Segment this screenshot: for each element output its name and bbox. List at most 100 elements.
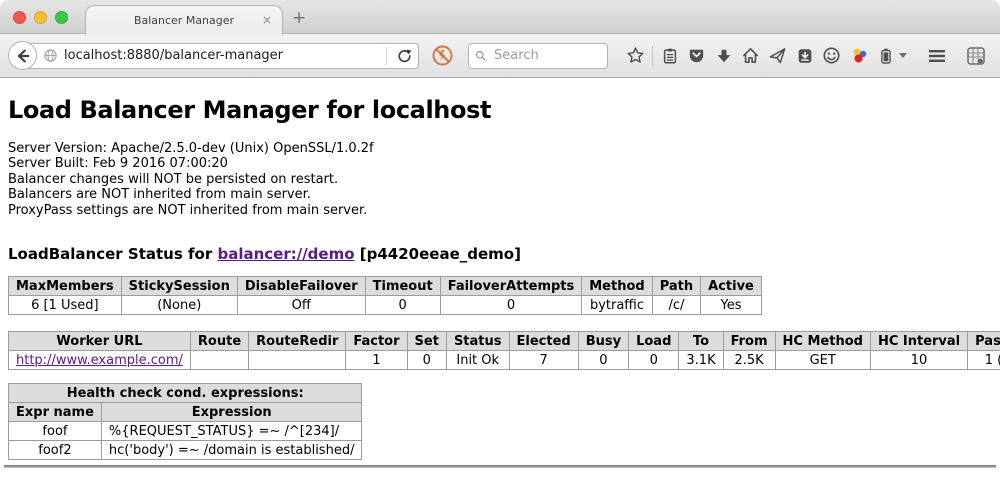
column-header: Worker URL xyxy=(9,332,191,351)
minimize-window-button[interactable] xyxy=(34,11,47,24)
tab-strip: Balancer Manager × + xyxy=(0,0,1000,34)
table-cell: /c/ xyxy=(652,296,700,315)
tab-title: Balancer Manager xyxy=(134,14,234,27)
column-header: Busy xyxy=(578,332,628,351)
column-header: Factor xyxy=(346,332,407,351)
table-cell: 0 xyxy=(629,351,679,370)
server-info: Server Version: Apache/2.5.0-dev (Unix) … xyxy=(8,141,992,218)
star-icon xyxy=(626,46,645,65)
new-tab-button[interactable]: + xyxy=(292,8,306,28)
traffic-lights xyxy=(13,11,68,24)
battery-status-button[interactable] xyxy=(872,42,899,70)
clipboard-icon xyxy=(661,47,679,65)
home-button[interactable] xyxy=(737,42,764,70)
table-cell: 7 xyxy=(509,351,578,370)
table-cell: Yes xyxy=(701,296,762,315)
table-cell: (None) xyxy=(121,296,237,315)
reading-list-button[interactable] xyxy=(656,42,683,70)
status-heading-suffix: [p4420eeae_demo] xyxy=(355,245,521,263)
search-input[interactable] xyxy=(492,47,601,64)
table-cell: 1 xyxy=(346,351,407,370)
server-built-line: Server Built: Feb 9 2016 07:00:20 xyxy=(8,156,992,171)
bookmark-star-button[interactable] xyxy=(622,42,649,70)
column-header: To xyxy=(679,332,723,351)
search-icon xyxy=(475,49,487,63)
table-cell: 2.5K xyxy=(723,351,775,370)
persist-note-line: Balancer changes will NOT be persisted o… xyxy=(8,172,992,187)
extension-dots-button[interactable] xyxy=(845,42,872,70)
table-cell: 1 (0) xyxy=(968,351,1000,370)
zoom-window-button[interactable] xyxy=(55,11,68,24)
balancer-demo-link[interactable]: balancer://demo xyxy=(217,245,354,263)
column-header: Expr name xyxy=(9,403,102,422)
reload-button[interactable] xyxy=(391,48,418,63)
download-box-button[interactable] xyxy=(791,42,818,70)
tab-balancer-manager[interactable]: Balancer Manager × xyxy=(85,5,283,35)
table-header-row: Worker URL Route RouteRedir Factor Set S… xyxy=(9,332,1000,351)
back-button[interactable] xyxy=(8,41,37,70)
menu-button[interactable] xyxy=(923,42,950,70)
column-header: Method xyxy=(582,277,652,296)
worker-url-link[interactable]: http://www.example.com/ xyxy=(16,353,183,368)
search-bar[interactable] xyxy=(468,43,608,69)
column-header: Set xyxy=(407,332,446,351)
smiley-icon xyxy=(822,46,841,65)
column-header: Active xyxy=(701,277,762,296)
balancers-note-line: Balancers are NOT inherited from main se… xyxy=(8,187,992,202)
menu-group xyxy=(923,42,985,70)
column-header: Passes xyxy=(968,332,1000,351)
expression-cell: %{REQUEST_STATUS} =~ /^[234]/ xyxy=(101,422,362,441)
column-header: From xyxy=(723,332,775,351)
table-title-row: Health check cond. expressions: xyxy=(9,384,362,403)
globe-icon xyxy=(43,48,58,63)
column-header: Status xyxy=(446,332,509,351)
column-header: DisableFailover xyxy=(237,277,365,296)
paper-plane-icon xyxy=(768,46,787,65)
health-table-title: Health check cond. expressions: xyxy=(9,384,362,403)
health-check-table: Health check cond. expressions: Expr nam… xyxy=(8,383,362,460)
column-header: FailoverAttempts xyxy=(440,277,582,296)
colored-dots-icon xyxy=(849,46,869,66)
downloads-button[interactable] xyxy=(710,42,737,70)
column-header: Timeout xyxy=(365,277,440,296)
close-tab-icon[interactable]: × xyxy=(262,13,272,27)
table-cell: 0 xyxy=(365,296,440,315)
table-header-row: MaxMembers StickySession DisableFailover… xyxy=(9,277,762,296)
table-row: foof %{REQUEST_STATUS} =~ /^[234]/ xyxy=(9,422,362,441)
flash-block-button[interactable] xyxy=(431,44,454,67)
pocket-button[interactable] xyxy=(683,42,710,70)
table-row: foof2 hc('body') =~ /domain is establish… xyxy=(9,441,362,460)
column-header: Elected xyxy=(509,332,578,351)
table-cell: 0 xyxy=(440,296,582,315)
battery-icon xyxy=(877,47,895,65)
toolbar-icons xyxy=(622,42,911,70)
download-box-icon xyxy=(796,47,814,65)
address-bar-divider xyxy=(386,47,387,65)
worker-status-table: Worker URL Route RouteRedir Factor Set S… xyxy=(8,331,1000,370)
status-heading-prefix: LoadBalancer Status for xyxy=(8,245,217,263)
emoji-button[interactable] xyxy=(818,42,845,70)
pocket-icon xyxy=(687,46,706,65)
column-header: Path xyxy=(652,277,700,296)
worker-row: http://www.example.com/ 1 0 Init Ok 7 0 … xyxy=(9,351,1000,370)
close-window-button[interactable] xyxy=(13,11,26,24)
send-button[interactable] xyxy=(764,42,791,70)
column-header: Load xyxy=(629,332,679,351)
expression-cell: hc('body') =~ /domain is established/ xyxy=(101,441,362,460)
column-header: RouteRedir xyxy=(249,332,346,351)
grid-icon xyxy=(966,46,986,66)
table-cell: bytraffic xyxy=(582,296,652,315)
expr-name-cell: foof xyxy=(9,422,102,441)
table-cell: 0 xyxy=(407,351,446,370)
address-bar[interactable]: localhost:8880/balancer-manager xyxy=(22,43,419,69)
column-header: MaxMembers xyxy=(9,277,122,296)
table-cell: 3.1K xyxy=(679,351,723,370)
flash-block-icon xyxy=(431,44,454,67)
column-header: HC Interval xyxy=(870,332,967,351)
url-text[interactable]: localhost:8880/balancer-manager xyxy=(64,48,382,63)
table-header-row: Expr name Expression xyxy=(9,403,362,422)
caret-down-icon[interactable] xyxy=(899,53,907,58)
table-cell: 10 xyxy=(870,351,967,370)
table-cell: 0 xyxy=(578,351,628,370)
grid-extension-button[interactable] xyxy=(962,42,989,70)
